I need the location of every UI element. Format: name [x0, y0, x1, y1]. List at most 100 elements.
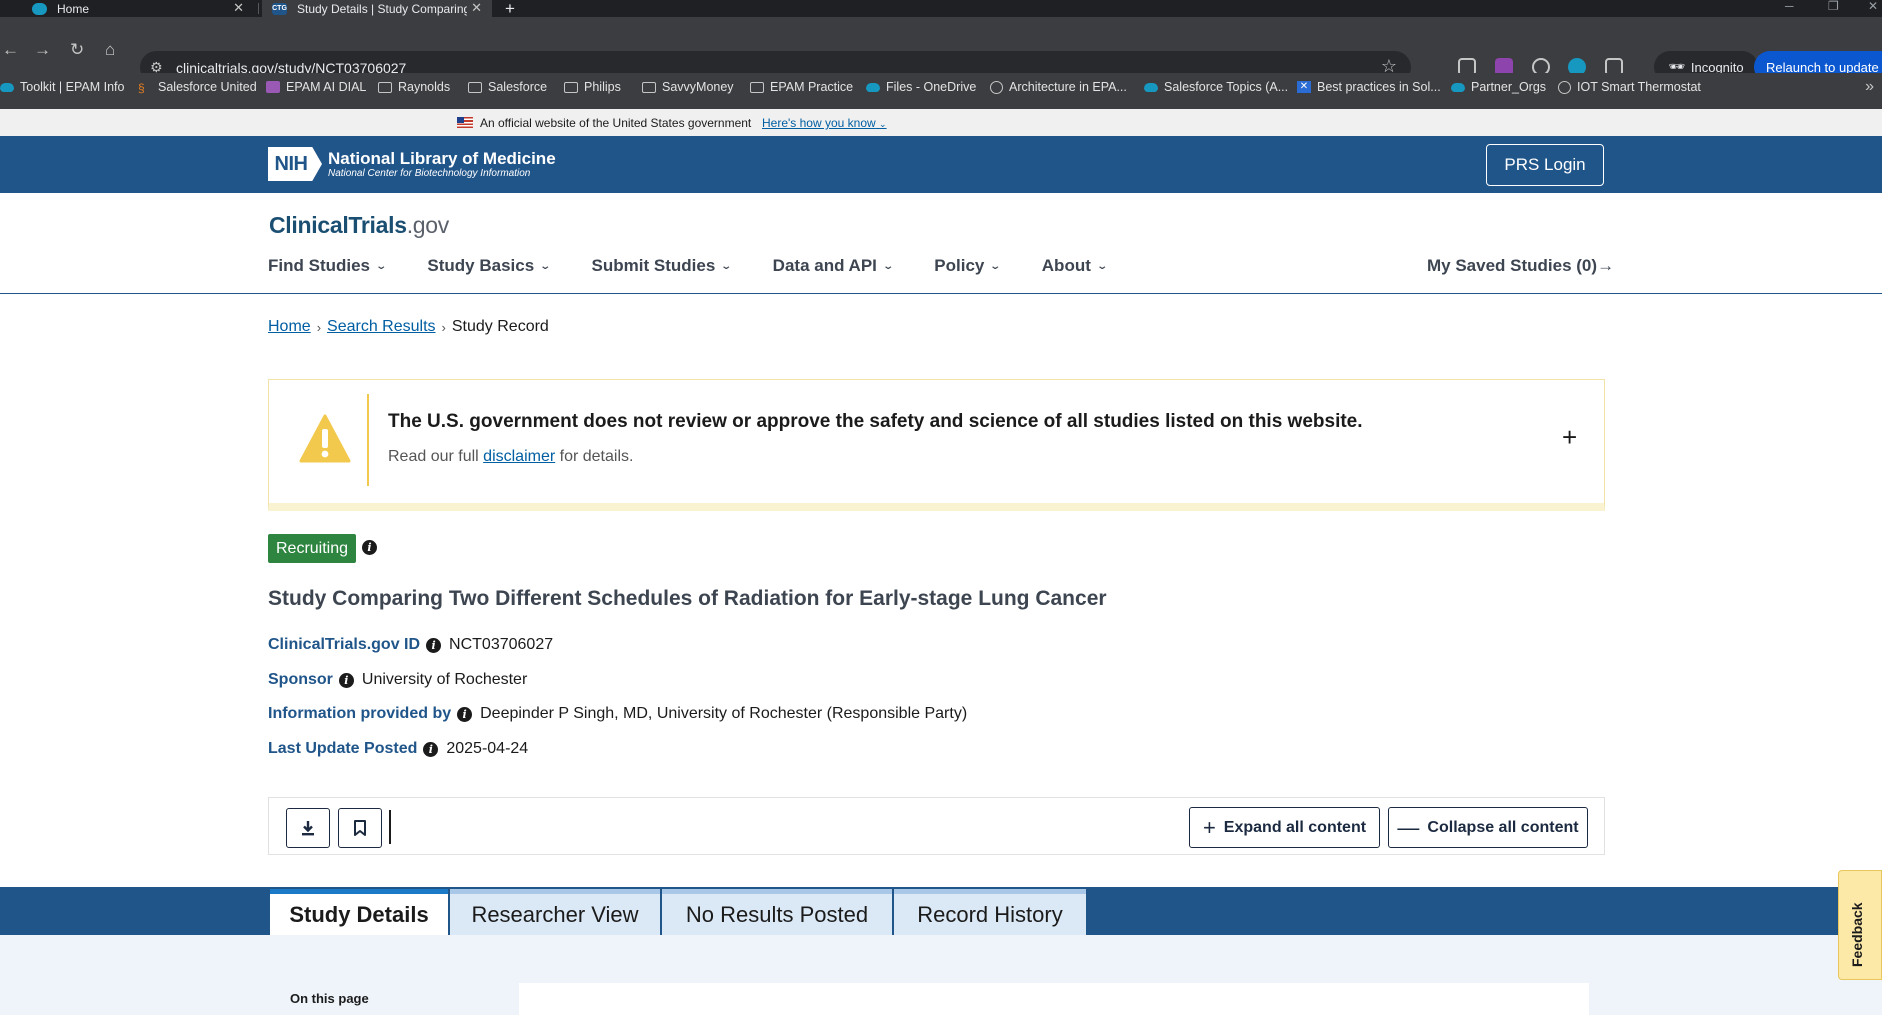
globe-icon [990, 80, 1003, 94]
nih-badge: NIH [268, 147, 322, 181]
bookmark-item[interactable]: Salesforce [468, 80, 547, 94]
saved-studies-label: My Saved Studies (0) [1427, 256, 1598, 275]
nav-label: Submit Studies [591, 256, 716, 275]
bookmark-label: SavvyMoney [662, 80, 734, 94]
nav-label: Data and API [772, 256, 877, 275]
breadcrumb: Home › Search Results › Study Record [268, 318, 549, 336]
main-nav: Find Studies ⌄ Study Basics ⌄ Submit Studi… [268, 256, 1148, 276]
study-tab-bar: Study Details Researcher View No Results… [0, 887, 1882, 935]
bookmark-label: Architecture in EPA... [1009, 80, 1127, 94]
nav-policy[interactable]: Policy ⌄ [934, 256, 1001, 276]
bookmark-item[interactable]: Architecture in EPA... [990, 80, 1127, 94]
info-icon[interactable]: i [423, 741, 439, 757]
close-window-icon[interactable]: ✕ [1868, 0, 1878, 13]
bookmark-item[interactable]: SavvyMoney [642, 80, 734, 94]
nav-study-basics[interactable]: Study Basics ⌄ [427, 256, 552, 276]
info-icon[interactable]: i [457, 706, 473, 722]
clinicaltrials-logo[interactable]: ClinicalTrials.gov [269, 212, 449, 239]
browser-tab-study[interactable]: CTG Study Details | Study Comparing ✕ [262, 0, 492, 17]
disclaimer-text: Read our full [388, 448, 484, 465]
bookmark-item[interactable]: EPAM AI DIAL [266, 80, 366, 94]
minus-icon: — [1397, 814, 1420, 840]
salesforce-united-icon: § [138, 81, 145, 95]
nav-about[interactable]: About ⌄ [1042, 256, 1108, 276]
salesforce-cloud-icon [32, 2, 47, 15]
salesforce-cloud-icon [1144, 82, 1158, 92]
download-button[interactable] [286, 808, 330, 848]
nav-data-and-api[interactable]: Data and API ⌄ [772, 256, 894, 276]
action-divider [389, 810, 391, 844]
chevron-right-icon: › [441, 319, 446, 335]
bookmark-item[interactable]: § Salesforce United [138, 80, 257, 95]
close-icon[interactable]: ✕ [471, 0, 482, 16]
breadcrumb-home[interactable]: Home [268, 318, 311, 336]
button-label: Expand all content [1223, 818, 1367, 836]
bookmark-item[interactable]: Toolkit | EPAM Info [0, 80, 124, 94]
browser-tab-home[interactable]: Home ✕ [22, 0, 254, 17]
bookmark-item[interactable]: IOT Smart Thermostat [1558, 80, 1701, 94]
bookmark-item[interactable]: Salesforce Topics (A... [1144, 80, 1288, 94]
disclaimer-text: for details. [555, 448, 634, 465]
bookmark-label: IOT Smart Thermostat [1577, 80, 1701, 94]
expand-all-button[interactable]: + Expand all content [1189, 807, 1380, 848]
bookmark-icon [354, 820, 366, 836]
bookmark-label: Best practices in Sol... [1317, 80, 1441, 94]
bookmark-label: EPAM AI DIAL [286, 80, 367, 94]
back-icon[interactable]: ← [2, 41, 19, 58]
more-bookmarks-icon[interactable]: » [1865, 78, 1874, 96]
salesforce-cloud-icon [1451, 82, 1465, 92]
bookmark-item[interactable]: Partner_Orgs [1451, 80, 1546, 94]
folder-icon [564, 81, 578, 93]
bookmark-item[interactable]: EPAM Practice [750, 80, 853, 94]
expand-plus-icon[interactable]: + [1562, 422, 1577, 453]
nlm-logo[interactable]: NIH National Library of Medicine Nationa… [268, 146, 556, 182]
tab-record-history[interactable]: Record History [894, 889, 1086, 935]
minimize-icon[interactable]: ─ [1785, 0, 1794, 13]
bookmark-label: Raynolds [398, 80, 451, 94]
x-app-icon: ✕ [1297, 81, 1311, 93]
collapse-all-button[interactable]: — Collapse all content [1388, 807, 1588, 848]
prs-login-button[interactable]: PRS Login [1486, 144, 1604, 186]
content-card [519, 983, 1589, 1015]
meta-value: NCT03706027 [449, 636, 554, 653]
my-saved-studies-link[interactable]: My Saved Studies (0)→ [1427, 256, 1614, 276]
heres-how-you-know-link[interactable]: Here's how you know ⌄ [762, 116, 887, 130]
bookmark-item[interactable]: ✕ Best practices in Sol... [1297, 80, 1441, 94]
bookmark-item[interactable]: Raynolds [378, 80, 450, 94]
meta-row-provided-by: Information provided by i Deepinder P Si… [268, 705, 967, 723]
tab-title: Study Details | Study Comparing [297, 1, 467, 16]
save-study-button[interactable] [338, 808, 382, 848]
bookmark-item[interactable]: Files - OneDrive [866, 80, 976, 94]
bookmark-item[interactable]: Philips [564, 80, 621, 94]
home-icon[interactable]: ⌂ [105, 41, 115, 58]
gov-banner: An official website of the United States… [0, 109, 1882, 136]
chevron-down-icon: ⌄ [539, 260, 552, 272]
restore-icon[interactable]: ❐ [1828, 0, 1839, 13]
feedback-button[interactable]: Feedback [1838, 870, 1882, 980]
breadcrumb-search-results[interactable]: Search Results [327, 318, 436, 336]
bookmark-label: Salesforce [488, 80, 548, 94]
nav-find-studies[interactable]: Find Studies ⌄ [268, 256, 388, 276]
ncbi-name: National Center for Biotechnology Inform… [328, 167, 531, 179]
close-icon[interactable]: ✕ [233, 0, 244, 16]
tab-study-details[interactable]: Study Details [270, 889, 448, 935]
tab-researcher-view[interactable]: Researcher View [450, 889, 660, 935]
info-icon[interactable]: i [362, 540, 377, 555]
info-icon[interactable]: i [338, 672, 354, 688]
chevron-down-icon: ⌄ [375, 260, 388, 272]
tab-no-results-posted[interactable]: No Results Posted [662, 889, 892, 935]
browser-tabstrip: Home ✕ CTG Study Details | Study Compari… [0, 0, 1882, 18]
forward-icon[interactable]: → [34, 41, 51, 58]
bookmark-label: Philips [584, 80, 621, 94]
status-badge: Recruiting [268, 534, 357, 563]
reload-icon[interactable]: ↻ [70, 41, 84, 58]
meta-label: ClinicalTrials.gov ID [268, 636, 421, 653]
info-icon[interactable]: i [426, 637, 442, 653]
meta-value: 2025-04-24 [446, 740, 529, 757]
nav-submit-studies[interactable]: Submit Studies ⌄ [591, 256, 733, 276]
nlm-names: National Library of Medicine National Ce… [328, 149, 556, 180]
disclaimer-link[interactable]: disclaimer [483, 448, 555, 465]
nav-divider [0, 293, 1882, 294]
ctg-favicon-icon: CTG [272, 2, 287, 15]
download-icon [302, 821, 314, 836]
